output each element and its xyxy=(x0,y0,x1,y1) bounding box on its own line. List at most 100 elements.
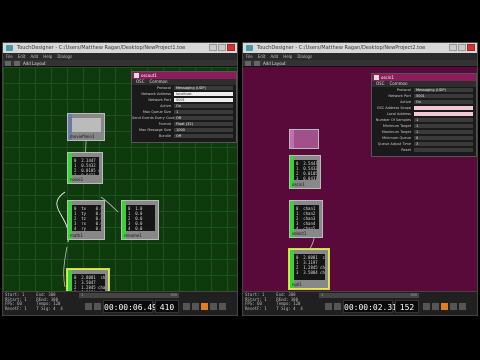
param-value-field[interactable]: Messaging (UDP) xyxy=(414,87,473,93)
param-value-field[interactable] xyxy=(414,147,473,153)
maximize-button[interactable] xyxy=(218,44,226,51)
tab-osc[interactable]: OSC xyxy=(376,81,384,87)
timeline-range-bar[interactable]: 1 300 xyxy=(319,293,419,298)
param-value-field[interactable]: 3 xyxy=(414,141,473,147)
play-button[interactable] xyxy=(201,303,208,310)
chop-node-null[interactable]: 0 2.8081 chan1 1 3.1197 2 1.2845 chan2 3… xyxy=(289,249,329,289)
tab-common[interactable]: Common xyxy=(389,81,407,87)
step-forward-button[interactable] xyxy=(423,303,430,310)
param-value-field[interactable]: localhost xyxy=(174,91,233,97)
range-start: 1 xyxy=(81,293,84,297)
param-value-field[interactable]: 5001 xyxy=(174,97,233,103)
chop-node-rename[interactable]: 0 1.0 1 0.0 2 0.0 3 0.0 4 0.0 5 0.0 rena… xyxy=(121,200,159,240)
param-label: Format xyxy=(158,122,171,126)
param-value-field[interactable] xyxy=(414,105,473,111)
top-comp-node[interactable] xyxy=(289,129,319,149)
param-value-field[interactable]: Off xyxy=(174,133,233,139)
pause-button[interactable] xyxy=(192,303,199,310)
param-header: oscin1 xyxy=(372,74,476,81)
minimize-button[interactable] xyxy=(449,44,457,51)
param-op-name: oscin1 xyxy=(381,75,394,80)
param-label: Protocol xyxy=(156,86,171,90)
frame-display[interactable]: 410 xyxy=(155,300,179,313)
step-back-button[interactable] xyxy=(94,303,101,310)
tab-osc[interactable]: OSC xyxy=(136,79,144,85)
menu-help[interactable]: Help xyxy=(283,53,292,60)
menu-dialogs[interactable]: Dialogs xyxy=(297,53,312,60)
close-button[interactable] xyxy=(227,44,235,51)
param-rows: Protocol Messaging (UDP) Network Address lo… xyxy=(132,85,236,139)
param-label: Minimum Queue xyxy=(382,136,411,140)
chop-values-viewer: 0 2.1447 chan1 1 0.5432 2 0.0105 chan2 3… xyxy=(72,157,99,175)
range-start: 1 xyxy=(321,293,324,297)
param-value-field[interactable]: 1 xyxy=(174,109,233,115)
home-icon[interactable] xyxy=(5,60,11,66)
end-button[interactable] xyxy=(219,303,226,310)
image-thumbnail-icon xyxy=(93,124,101,132)
forward-button[interactable] xyxy=(210,303,217,310)
node-name: rename1 xyxy=(124,233,142,238)
timecode-display[interactable]: 00:00:02.31 xyxy=(343,300,397,313)
forward-button[interactable] xyxy=(450,303,457,310)
close-button[interactable] xyxy=(467,44,475,51)
play-button[interactable] xyxy=(441,303,448,310)
param-value-field[interactable]: 0 xyxy=(414,135,473,141)
right-path-bar: Add Layout xyxy=(243,60,477,67)
back-icon[interactable] xyxy=(14,60,20,66)
param-label: Max Message Size xyxy=(139,128,171,132)
param-value-field[interactable]: Messaging (UDP) xyxy=(174,85,233,91)
movie-preview xyxy=(72,118,101,132)
pause-button[interactable] xyxy=(432,303,439,310)
menu-file[interactable]: File xyxy=(6,53,13,60)
param-label: Maximum Target xyxy=(381,130,411,134)
param-value-field[interactable]: 1000 xyxy=(174,127,233,133)
node-name: select1 xyxy=(292,231,307,236)
maximize-button[interactable] xyxy=(458,44,466,51)
chop-node-oscin[interactable]: 0 3.5447 chan1 1 0.5432 2 0.0105 chan2 3… xyxy=(289,155,321,189)
param-value-field[interactable]: 1 xyxy=(414,123,473,129)
param-value-field[interactable] xyxy=(414,111,473,117)
rewind-button[interactable] xyxy=(325,303,332,310)
menu-edit[interactable]: Edit xyxy=(258,53,266,60)
left-window-title: TouchDesigner - C:/Users/Matthew Ragan/D… xyxy=(17,45,186,51)
home-icon[interactable] xyxy=(245,60,251,66)
menu-help[interactable]: Help xyxy=(43,53,52,60)
param-value-field[interactable]: On xyxy=(414,99,473,105)
menu-add[interactable]: Add xyxy=(30,53,38,60)
tab-common[interactable]: Common xyxy=(149,79,167,85)
node-name: moviefilein1 xyxy=(70,134,95,139)
param-value-field[interactable]: Float (32) xyxy=(174,121,233,127)
menu-dialogs[interactable]: Dialogs xyxy=(57,53,72,60)
timecode-display[interactable]: 00:00:06.49 xyxy=(103,300,157,313)
frame-display[interactable]: 152 xyxy=(395,300,419,313)
chop-type-icon xyxy=(134,73,139,78)
menu-file[interactable]: File xyxy=(246,53,253,60)
end-button[interactable] xyxy=(459,303,466,310)
menu-add[interactable]: Add xyxy=(270,53,278,60)
chop-node-select[interactable]: 0 chan1 1.0 1 chan2 0.0 2 chan3 0.0 3 ch… xyxy=(289,200,323,238)
node-flag[interactable] xyxy=(290,130,294,148)
param-value-field[interactable]: On xyxy=(174,103,233,109)
chop-values-viewer: 0 chan1 1.0 1 chan2 0.0 2 chan3 0.0 3 ch… xyxy=(294,205,319,229)
right-path-label: Add Layout xyxy=(263,60,286,66)
chop-node-math[interactable]: 0 tx 0.0 1 ty 0.0 2 tz 0.0 3 rx 0.0 4 ry… xyxy=(67,200,105,240)
chop-type-icon xyxy=(374,75,379,80)
param-value-field[interactable]: 1 xyxy=(414,117,473,123)
minimize-button[interactable] xyxy=(209,44,217,51)
timeline-range-bar[interactable]: 1 300 xyxy=(79,293,179,298)
step-forward-button[interactable] xyxy=(183,303,190,310)
back-icon[interactable] xyxy=(254,60,260,66)
param-value-field[interactable]: 5001 xyxy=(414,93,473,99)
chop-node-noise[interactable]: 0 2.1447 chan1 1 0.5432 2 0.0105 chan2 3… xyxy=(67,152,103,184)
param-label: Network Port xyxy=(388,94,411,98)
menu-edit[interactable]: Edit xyxy=(18,53,26,60)
param-label: Protocol xyxy=(396,88,411,92)
app-icon xyxy=(6,45,13,51)
param-value-field[interactable]: Off xyxy=(174,115,233,121)
rewind-button[interactable] xyxy=(85,303,92,310)
param-label: Active xyxy=(160,104,171,108)
left-path-label: Add Layout xyxy=(23,60,46,66)
top-node-moviefilein[interactable]: moviefilein1 xyxy=(67,113,105,141)
step-back-button[interactable] xyxy=(334,303,341,310)
param-value-field[interactable]: 1 xyxy=(414,129,473,135)
